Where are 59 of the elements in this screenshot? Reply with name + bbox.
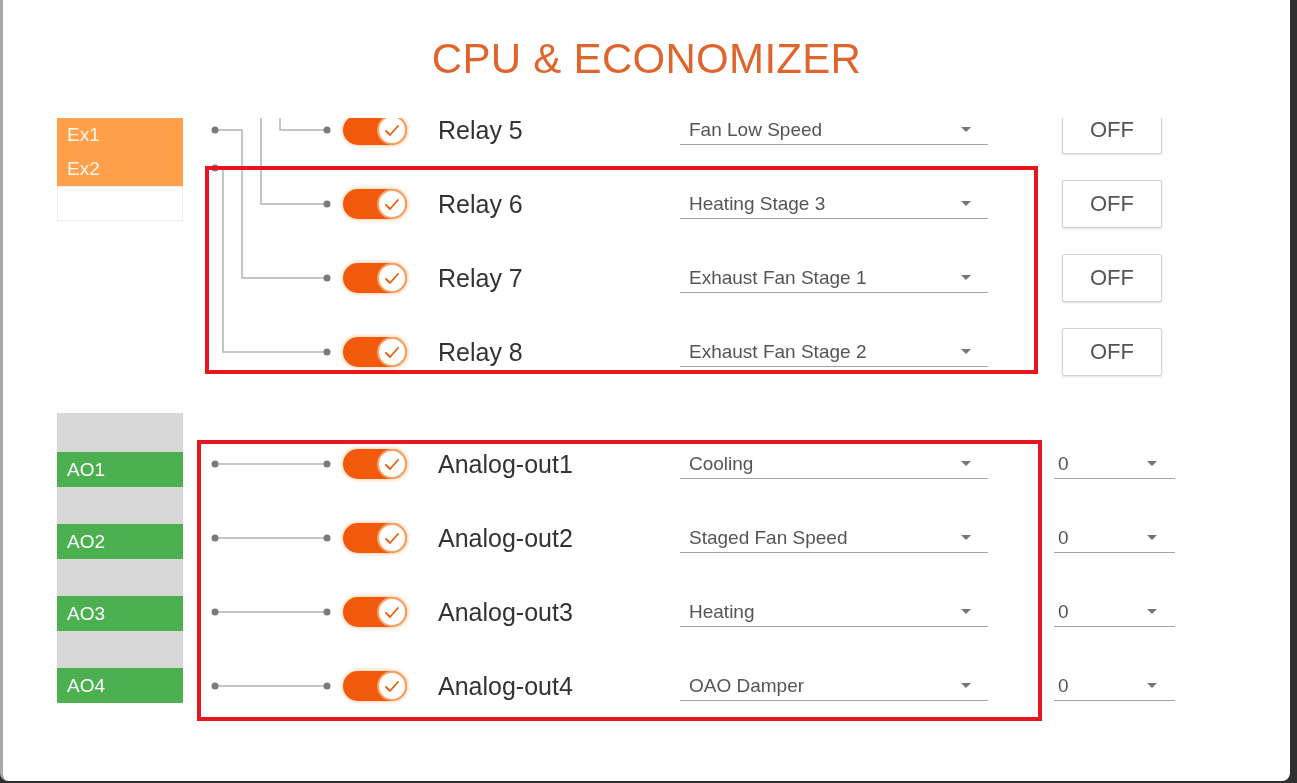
caret-icon (1147, 461, 1157, 466)
toggle-switch[interactable] (343, 337, 407, 367)
check-icon (385, 198, 399, 210)
value-dropdown[interactable]: 0 (1054, 671, 1175, 701)
toggle-switch[interactable] (343, 118, 407, 145)
check-icon (385, 606, 399, 618)
toggle-switch[interactable] (343, 449, 407, 479)
function-dropdown[interactable]: Cooling (680, 449, 988, 479)
dialog-title: CPU & ECONOMIZER (431, 35, 862, 83)
output-name: Analog-out4 (438, 671, 573, 701)
state-button[interactable]: OFF (1062, 254, 1162, 302)
output-name: Relay 8 (438, 337, 523, 367)
function-dropdown[interactable]: Fan Low Speed (680, 118, 988, 145)
caret-icon (1147, 609, 1157, 614)
caret-icon (961, 535, 971, 540)
toggle-switch[interactable] (343, 189, 407, 219)
value-dropdown[interactable]: 0 (1054, 597, 1175, 627)
check-icon (385, 680, 399, 692)
function-dropdown[interactable]: OAO Damper (680, 671, 988, 701)
state-button[interactable]: OFF (1062, 118, 1162, 154)
output-name: Analog-out1 (438, 449, 573, 479)
value-dropdown[interactable]: 0 (1054, 449, 1175, 479)
check-icon (385, 458, 399, 470)
caret-icon (961, 349, 971, 354)
function-dropdown[interactable]: Heating Stage 3 (680, 189, 988, 219)
caret-icon (961, 127, 971, 132)
check-icon (385, 532, 399, 544)
output-name: Relay 7 (438, 263, 523, 293)
output-name: Analog-out2 (438, 523, 573, 553)
caret-icon (961, 683, 971, 688)
function-dropdown[interactable]: Exhaust Fan Stage 2 (680, 337, 988, 367)
port-label: Ex1 (57, 118, 183, 152)
function-dropdown[interactable]: Exhaust Fan Stage 1 (680, 263, 988, 293)
state-button[interactable]: OFF (1062, 328, 1162, 376)
output-name: Relay 5 (438, 118, 523, 145)
caret-icon (961, 461, 971, 466)
port-label: AO4 (57, 668, 183, 703)
caret-icon (1147, 683, 1157, 688)
check-icon (385, 346, 399, 358)
toggle-switch[interactable] (343, 523, 407, 553)
function-dropdown[interactable]: Heating (680, 597, 988, 627)
output-name: Relay 6 (438, 189, 523, 219)
port-label: AO3 (57, 596, 183, 631)
output-name: Analog-out3 (438, 597, 573, 627)
port-label: Ex2 (57, 152, 183, 186)
value-dropdown[interactable]: 0 (1054, 523, 1175, 553)
toggle-switch[interactable] (343, 671, 407, 701)
state-button[interactable]: OFF (1062, 180, 1162, 228)
caret-icon (1147, 535, 1157, 540)
caret-icon (961, 201, 971, 206)
port-label: AO1 (57, 452, 183, 487)
toggle-switch[interactable] (343, 597, 407, 627)
toggle-switch[interactable] (343, 263, 407, 293)
caret-icon (961, 609, 971, 614)
port-label: AO2 (57, 524, 183, 559)
check-icon (385, 124, 399, 136)
function-dropdown[interactable]: Staged Fan Speed (680, 523, 988, 553)
caret-icon (961, 275, 971, 280)
check-icon (385, 272, 399, 284)
